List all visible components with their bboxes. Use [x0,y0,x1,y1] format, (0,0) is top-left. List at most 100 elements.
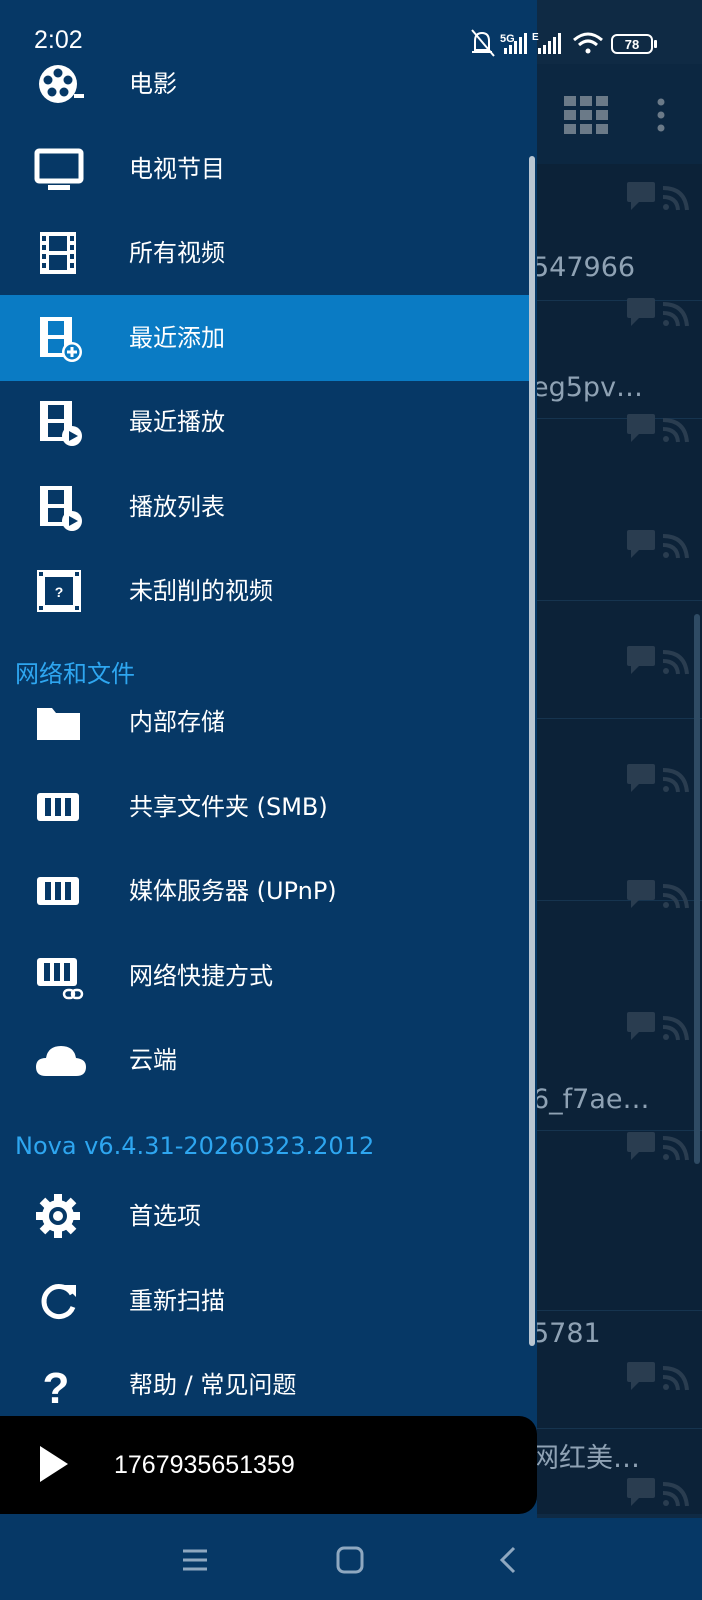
list-row-icons [627,182,689,211]
help-icon: ? [43,1364,70,1409]
gear-icon [36,1194,80,1238]
film-play-icon [40,401,82,446]
list-row-icons [627,880,689,909]
drawer-item-items_network-2[interactable]: 媒体服务器 (UPnP) [0,848,530,934]
list-row-icons [627,1012,689,1041]
navigation-drawer: 2:02 电影 电视节目 所有视频 最近添加 最近播放 播放列表? 未刮削的视频 网络和文件… [0,0,537,1520]
drawer-item-items_top-0[interactable]: 电影 [0,41,530,127]
list-item-title: 6_f7ae… [532,1084,650,1115]
drawer-item-label: 电视节目 [129,154,225,183]
movie-reel-icon [39,65,84,103]
drawer-item-items_network-1[interactable]: 共享文件夹 (SMB) [0,764,530,850]
folder-icon [37,708,80,740]
drawer-item-items_top-5[interactable]: 播放列表 [0,464,530,550]
drawer-item-label: 媒体服务器 (UPnP) [129,877,337,905]
comment-icon [627,182,655,210]
battery-level: 78 [625,37,639,52]
list-row-icons [627,1362,689,1391]
system-nav-bar [0,1518,702,1600]
drawer-item-label: 首选项 [129,1202,201,1230]
play-icon[interactable] [38,1444,70,1484]
version-label: Nova v6.4.31-20260323.2012 [15,1132,375,1160]
list-row-icons [627,414,689,443]
drawer-item-items_network-0[interactable]: 内部存储 [0,679,530,765]
drawer-item-label: 网络快捷方式 [129,961,273,990]
comment-icon [627,298,655,326]
list-scrollbar[interactable] [694,614,700,1164]
comment-icon [627,414,655,442]
home-nav-icon[interactable] [330,1540,370,1580]
refresh-icon [41,1283,76,1319]
drawer-item-label: 重新扫描 [129,1286,225,1315]
cloud-icon [36,1046,86,1076]
film-add-icon [40,316,82,362]
comment-icon [627,880,655,908]
drawer-item-label: 最近添加 [129,323,225,352]
tv-icon [34,148,84,190]
comment-icon [627,646,655,674]
comment-icon [627,764,655,792]
drawer-item-items_top-2[interactable]: 所有视频 [0,210,530,296]
grid-view-icon[interactable] [564,96,608,134]
film-unknown-icon: ? [37,570,81,612]
rss-icon [662,1482,689,1507]
drawer-item-label: 未刮削的视频 [129,577,273,605]
comment-icon [627,530,655,558]
battery-icon: 78 [611,34,657,54]
drawer-item-label: 最近播放 [129,408,225,436]
drawer-item-label: 共享文件夹 (SMB) [129,792,328,821]
drawer-scrollbar[interactable] [529,156,535,1346]
rss-icon [662,1136,689,1161]
svg-text:?: ? [55,584,64,600]
rss-icon [662,650,689,675]
nas-link-icon [37,957,84,999]
comment-icon [627,1478,655,1506]
wifi-icon [573,32,603,54]
drawer-item-label: 内部存储 [129,708,225,736]
nas-icon [37,792,79,821]
list-row-icons [627,1478,689,1507]
svg-text:?: ? [43,1364,70,1409]
network-5g-label: 5G [500,33,515,45]
signal-bars-icon [538,33,561,54]
nas-icon [37,877,79,905]
rss-icon [662,186,689,211]
background-list [537,164,702,1514]
rss-icon [662,1016,689,1041]
drawer-item-items_top-6[interactable]: ? 未刮削的视频 [0,548,530,634]
drawer-item-label: 电影 [129,70,177,98]
drawer-item-label: 云端 [129,1046,177,1074]
list-item-title: 5781 [532,1318,601,1349]
list-row-icons [627,298,689,327]
list-divider [537,600,702,601]
drawer-item-items_top-1[interactable]: 电视节目 [0,126,530,212]
list-divider [537,1428,702,1429]
comment-icon [627,1012,655,1040]
menu-nav-icon[interactable] [175,1540,215,1580]
rss-icon [662,1366,689,1391]
film-strip-icon [40,232,76,274]
player-title: 1767935651359 [114,1451,295,1479]
back-nav-icon[interactable] [488,1540,528,1580]
drawer-item-label: 所有视频 [129,239,225,267]
drawer-item-label: 播放列表 [129,492,225,521]
drawer-item-items_top-4[interactable]: 最近播放 [0,379,530,465]
drawer-item-items_network-3[interactable]: 网络快捷方式 [0,933,530,1019]
rss-icon [662,302,689,327]
list-divider [537,718,702,719]
film-play-icon [40,485,82,531]
mini-player[interactable]: 1767935651359 [0,1416,537,1514]
list-row-icons [627,1132,689,1161]
drawer-item-items_bottom-1[interactable]: 重新扫描 [0,1258,530,1344]
drawer-item-items_top-3[interactable]: 最近添加 [0,294,530,381]
background-toolbar [537,64,702,164]
list-item-title: 网红美… [532,1443,640,1474]
drawer-item-items_bottom-0[interactable]: 首选项 [0,1173,530,1259]
more-options-icon[interactable] [656,98,666,132]
list-item-title: 547966 [532,252,636,283]
rss-icon [662,884,689,909]
list-row-icons [627,646,689,675]
rss-icon [662,418,689,443]
drawer-item-items_network-4[interactable]: 云端 [0,1017,530,1103]
rss-icon [662,534,689,559]
